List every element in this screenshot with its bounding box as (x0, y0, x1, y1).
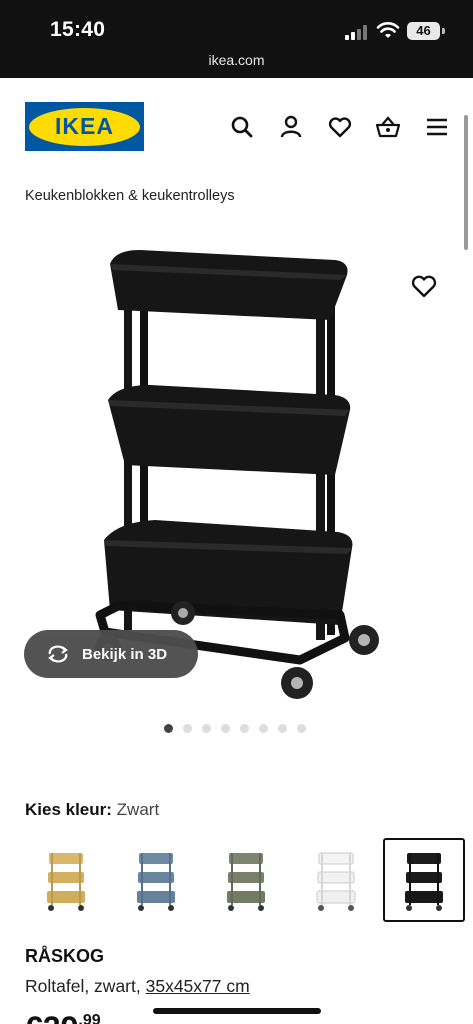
breadcrumb[interactable]: Keukenblokken & keukentrolleys (25, 188, 235, 204)
basket-icon[interactable] (375, 114, 401, 140)
address-bar[interactable]: ikea.com (0, 52, 473, 68)
heart-icon[interactable] (327, 114, 353, 140)
price-decimal: .99 (78, 1012, 101, 1024)
trolley-thumb-blue (137, 853, 175, 911)
color-label-title: Kies kleur: (25, 800, 112, 819)
gallery-pagination (164, 724, 306, 733)
gallery-dot[interactable] (202, 724, 211, 733)
wifi-icon (376, 22, 400, 38)
status-bar: 15:40 46 ikea.com (0, 0, 473, 78)
product-description: Roltafel, zwart, 35x45x77 cm (25, 976, 250, 997)
swatch-black[interactable] (383, 838, 465, 922)
signal-icon (345, 24, 371, 40)
gallery-dot[interactable] (240, 724, 249, 733)
price-currency: € (25, 1010, 43, 1024)
site-header: IKEA Keukenblokken & keukentrolleys (0, 78, 473, 204)
search-icon[interactable] (229, 114, 255, 140)
product-size-link[interactable]: 35x45x77 cm (146, 976, 250, 996)
gallery-dot[interactable] (259, 724, 268, 733)
trolley-thumb-white (316, 852, 356, 911)
trolley-thumb-green (227, 853, 265, 911)
battery-tip (442, 28, 445, 34)
color-value: Zwart (116, 800, 160, 819)
logo-text: IKEA (29, 107, 140, 146)
swatch-white[interactable] (295, 838, 377, 922)
product-type: Roltafel, zwart, (25, 976, 141, 996)
gallery-dot[interactable] (297, 724, 306, 733)
ikea-logo[interactable]: IKEA (25, 102, 144, 151)
menu-icon[interactable] (424, 114, 450, 140)
trolley-thumb-black (405, 853, 443, 911)
status-time: 15:40 (50, 18, 106, 41)
account-icon[interactable] (278, 114, 304, 140)
product-name: RÅSKOG (25, 946, 105, 966)
gallery-dot[interactable] (164, 724, 173, 733)
swatch-blue[interactable] (115, 838, 197, 922)
view-in-3d-button[interactable]: Bekijk in 3D (24, 630, 198, 678)
color-swatches (25, 838, 468, 922)
battery-indicator: 46 (407, 22, 440, 40)
home-indicator[interactable] (153, 1008, 321, 1014)
gallery-dot[interactable] (278, 724, 287, 733)
price-integer: 29 (43, 1010, 79, 1024)
swatch-beige[interactable] (25, 838, 107, 922)
color-label: Kies kleur: Zwart (25, 800, 159, 820)
product-gallery[interactable]: Bekijk in 3D (0, 220, 473, 710)
swatch-green[interactable] (205, 838, 287, 922)
rotate-3d-icon (48, 645, 68, 663)
view-in-3d-label: Bekijk in 3D (82, 645, 168, 663)
product-price: €29.99 (25, 1010, 101, 1024)
favorite-icon[interactable] (410, 272, 438, 300)
trolley-thumb-beige (47, 853, 85, 911)
gallery-dot[interactable] (221, 724, 230, 733)
gallery-dot[interactable] (183, 724, 192, 733)
